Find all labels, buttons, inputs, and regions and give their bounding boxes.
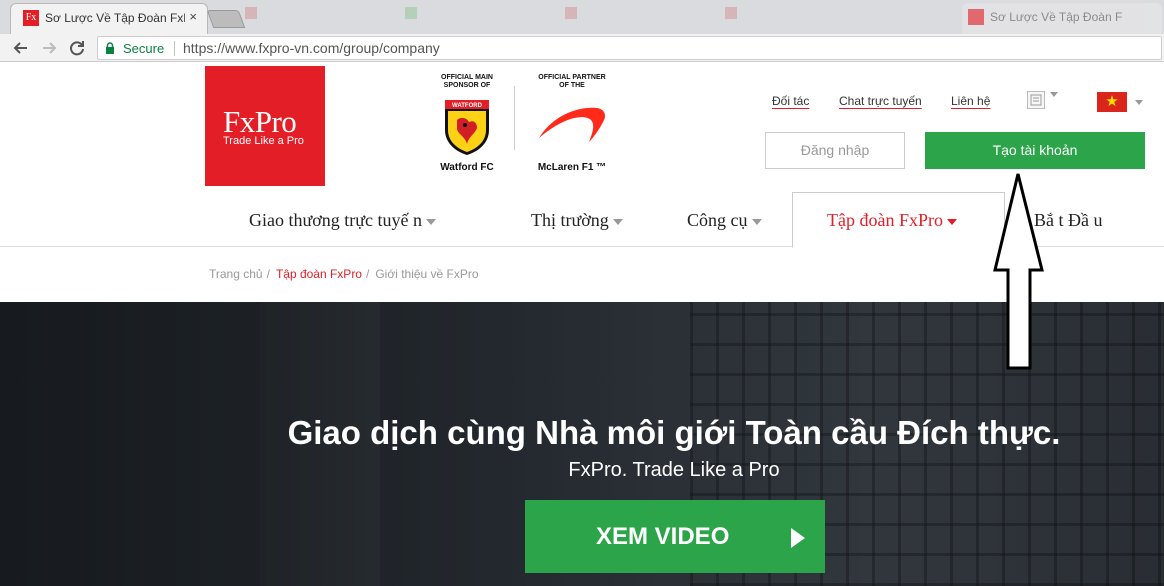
chevron-down-icon[interactable] [1050,92,1058,97]
mclaren-speedmark-icon [539,107,605,142]
sponsor-watford[interactable]: OFFICIAL MAIN SPONSOR OF WATFORD Watford… [422,74,512,173]
login-button[interactable]: Đăng nhập [765,132,905,169]
chevron-down-icon [612,218,623,225]
sponsor-divider [514,86,515,150]
secure-label: Secure [123,41,165,56]
background-tab[interactable] [725,7,875,27]
tab-favicon-icon [405,7,417,20]
fxpro-favicon-icon: Fx [23,10,39,26]
tab-favicon-icon [245,7,257,20]
browser-tab-active[interactable]: Fx Sơ Lược Về Tập Đoàn FxPr × [10,3,208,34]
tab-favicon-icon [725,7,737,20]
chevron-down-icon [426,218,436,225]
tab-title: Sơ Lược Về Tập Đoàn F [990,10,1123,24]
nav-item-label: Tập đoàn FxPro [827,210,943,230]
watford-crest-icon: WATFORD [445,100,489,155]
reload-icon[interactable] [66,37,88,59]
sponsor-caption-line: OFFICIAL PARTNER [538,74,606,81]
breadcrumb: Trang chủ / Tập đoàn FxPro / Giới thiệu về F… [209,267,479,281]
nav-item-fxpro-group[interactable]: Tập đoàn FxPro [827,210,957,231]
watch-video-label: XEM VIDEO [596,523,730,550]
back-arrow-icon[interactable] [10,37,32,59]
nav-item-markets[interactable]: Thị trường [531,210,623,231]
sponsor-mclaren[interactable]: OFFICIAL PARTNER OF THE McLaren F1 ™ [527,74,617,173]
chevron-down-icon [947,218,957,225]
screen: Fx Sơ Lược Về Tập Đoàn FxPr × Sơ Lược Về… [0,0,1164,586]
tab-title: Sơ Lược Về Tập Đoàn FxPr [45,11,185,25]
hero-banner: Giao dịch cùng Nhà môi giới Toàn cầu Đíc… [0,302,1164,586]
browser-tabstrip: Fx Sơ Lược Về Tập Đoàn FxPr × Sơ Lược Về… [0,0,1164,34]
nav-item-tools[interactable]: Công cụ [687,210,762,231]
nav-item-label: Công cụ [687,210,748,230]
new-tab-button[interactable] [206,10,246,28]
hero-subtitle: FxPro. Trade Like a Pro [568,459,780,481]
background-tab[interactable] [245,7,395,27]
main-navigation: Giao thương trực tuyế n Thị trường Công … [0,192,1164,248]
sponsor-caption-line: SPONSOR OF [443,82,491,89]
nav-item-online-trading[interactable]: Giao thương trực tuyế n [249,210,436,231]
lock-icon [106,42,114,54]
chat-link[interactable]: Chat trực tuyến [839,94,922,108]
forward-arrow-icon[interactable] [38,37,60,59]
breadcrumb-current: Giới thiệu về FxPro [375,267,479,281]
tab-favicon-icon [565,7,577,20]
browser-toolbar: Secure https://www.fxpro-vn.com/group/co… [0,34,1164,62]
hero-title: Giao dịch cùng Nhà môi giới Toàn cầu Đíc… [287,414,1061,451]
sponsor-name: McLaren F1 ™ [537,162,607,173]
watch-video-button[interactable]: XEM VIDEO [525,500,825,573]
printer-glyph-icon [1030,94,1042,106]
sponsor-caption: OFFICIAL PARTNER OF THE [527,74,617,92]
logo-tagline: Trade Like a Pro [223,135,304,147]
flag-star-icon: ★ [1105,93,1119,110]
sponsor-caption-line: OFFICIAL MAIN [441,74,493,81]
tab-close-icon[interactable]: × [189,9,197,24]
nav-item-label: Giao thương trực tuyế n [249,210,422,230]
breadcrumb-separator: / [365,267,370,281]
watford-badge-text: WATFORD [452,103,483,109]
sponsor-caption: OFFICIAL MAIN SPONSOR OF [422,74,512,92]
partner-link[interactable]: Đối tác [772,94,809,108]
fxpro-favicon-icon [968,9,984,25]
sponsor-caption-line: OF THE [559,82,585,89]
contact-link[interactable]: Liên hệ [951,94,990,108]
chevron-down-icon [751,218,762,225]
nav-item-label: Bắ t Đầ u [1034,210,1103,230]
fxpro-logo[interactable]: FxPro Trade Like a Pro [205,66,325,186]
browser-tab-faded[interactable]: Sơ Lược Về Tập Đoàn F [962,3,1162,34]
create-account-button[interactable]: Tạo tài khoản [925,132,1145,169]
sponsor-name: Watford FC [440,162,494,173]
address-bar[interactable]: Secure https://www.fxpro-vn.com/group/co… [97,36,1162,60]
vietnam-flag-icon[interactable]: ★ [1097,92,1127,112]
address-separator [174,41,175,56]
play-icon [791,528,805,548]
breadcrumb-home[interactable]: Trang chủ [209,267,263,281]
nav-item-get-started[interactable]: Bắ t Đầ u [1034,210,1102,231]
printer-icon[interactable] [1027,91,1045,109]
breadcrumb-group[interactable]: Tập đoàn FxPro [276,267,362,281]
breadcrumb-separator: / [266,267,270,281]
url-text[interactable]: https://www.fxpro-vn.com/group/company [183,40,440,56]
nav-item-label: Thị trường [531,210,609,230]
background-tab[interactable] [405,7,555,27]
background-tab[interactable] [565,7,715,27]
language-chevron-down-icon[interactable] [1135,100,1143,105]
